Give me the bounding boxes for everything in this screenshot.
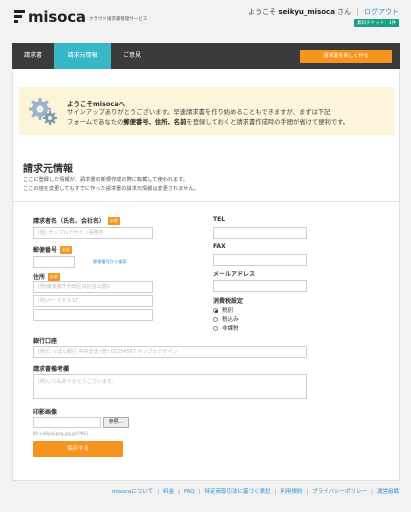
ticket-badge: 無料チケット：3件 (354, 19, 399, 27)
misoca-logo[interactable]: misoca クラウド請求書管理サービス (14, 8, 148, 26)
tel-label-text: TEL (213, 216, 226, 223)
tax-option-label: 非課税 (222, 326, 239, 332)
zip-search-link[interactable]: 郵便番号から検索 (93, 259, 127, 265)
name-label-text: 請求者名（氏名、会社名） (33, 218, 106, 225)
required-badge: 必須 (60, 245, 72, 254)
address1-input[interactable]: (例)東京都千代田区日比谷公園1 (33, 281, 153, 293)
welcome-line2b: 郵便番号、住所、名前 (123, 119, 187, 126)
footer-separator: | (157, 489, 160, 495)
greeting-prefix: ようこそ (248, 8, 277, 16)
tax-option-exempt[interactable]: 非課税 (213, 324, 239, 332)
address-label: 住所 必須 (33, 272, 60, 281)
footer-separator: | (178, 489, 180, 495)
browse-button[interactable]: 参照... (103, 417, 129, 428)
footer-separator: | (274, 489, 277, 495)
note-label-text: 請求書備考欄 (33, 366, 70, 373)
note-textarea[interactable]: (例)いつもありがとうございます。 (33, 374, 307, 399)
footer-separator: | (198, 489, 201, 495)
fax-label-text: FAX (213, 243, 226, 250)
greeting-suffix: さん (337, 8, 352, 16)
footer: misocaについて | 料金 | FAQ | 特定商取引法に基づく表記 | 利用規約 | プライバ… (0, 487, 411, 495)
logout-link[interactable]: ログアウト (364, 8, 399, 16)
header: misoca クラウド請求書管理サービス ようこそ seikyu_misoca … (0, 0, 411, 42)
footer-separator: | (306, 489, 309, 495)
footer-link-terms[interactable]: 利用規約 (280, 489, 302, 495)
bank-label-text: 銀行口座 (33, 338, 58, 345)
divider (13, 201, 399, 202)
user-bar-separator: | (356, 8, 359, 16)
stamp-label-text: 印影画像 (33, 409, 58, 416)
username: seikyu_misoca (278, 8, 335, 16)
footer-link-about[interactable]: misocaについて (112, 489, 153, 495)
email-label: メールアドレス (213, 269, 255, 278)
footer-link-company[interactable]: 運営組織 (377, 489, 399, 495)
name-input[interactable]: (例) サンプルデザイン事務所 (33, 227, 153, 239)
stamp-label: 印影画像 (33, 407, 57, 416)
address-label-text: 住所 (33, 274, 46, 281)
logo-subtitle: クラウド請求書管理サービス (88, 17, 148, 22)
new-invoice-button[interactable]: 請求書を新しく作る (300, 50, 392, 63)
footer-link-legal[interactable]: 特定商取引法に基づく表記 (204, 489, 270, 495)
tax-option-excluded[interactable]: 税別 (213, 306, 233, 314)
footer-separator: | (371, 489, 373, 495)
bank-input[interactable]: (例)にっぽん銀行 中央支店 (普) 01234567 サンプルデザイン (33, 346, 307, 358)
stamp-hint: 80 x 80px(jpeg,jpg,gif,PNG) (33, 431, 89, 436)
tab-billing-info[interactable]: 請求元情報 (54, 43, 111, 69)
bank-label: 銀行口座 (33, 336, 57, 345)
email-label-text: メールアドレス (213, 271, 256, 278)
logo-text: misoca (28, 8, 86, 26)
logo-mark-icon (14, 10, 25, 24)
name-label: 請求者名（氏名、会社名） 必須 (33, 216, 120, 225)
main-card: ようこそmisocaへ サインアップありがとうございます。早速請求書を作り始める… (12, 69, 400, 481)
required-badge: 必須 (48, 272, 60, 281)
main-nav: 請求書 請求元情報 ご意見 請求書を新しく作る (12, 43, 400, 69)
tab-invoices[interactable]: 請求書 (12, 43, 54, 69)
radio-icon[interactable] (213, 316, 218, 322)
user-bar: ようこそ seikyu_misoca さん | ログアウト (248, 7, 399, 17)
footer-link-faq[interactable]: FAQ (184, 489, 195, 495)
footer-link-privacy[interactable]: プライバシーポリシー (312, 489, 367, 495)
save-button[interactable]: 保存する (33, 441, 123, 457)
section-description: ここに登録した情報が、請求書の新規作成の際に転載して使われます。 ここの値を変更… (23, 176, 323, 194)
section-desc-line2: ここの値を変更してもすでに作った請求書の請求元情報は変更されません。 (23, 186, 199, 192)
welcome-text: サインアップありがとうございます。早速請求書を作り始めることもできますが、まずは… (67, 108, 387, 128)
tax-label: 消費税設定 (213, 296, 243, 305)
section-desc-line1: ここに登録した情報が、請求書の新規作成の際に転載して使われます。 (23, 177, 188, 183)
tax-option-label: 税込み (222, 317, 239, 323)
tel-input[interactable] (213, 227, 307, 239)
welcome-title: ようこそmisocaへ (67, 100, 126, 108)
required-badge: 必須 (108, 216, 120, 225)
radio-selected-icon[interactable] (213, 307, 218, 313)
tax-label-text: 消費税設定 (213, 298, 244, 305)
email-input[interactable] (213, 280, 307, 292)
zip-label-text: 郵便番号 (33, 247, 58, 254)
fax-label: FAX (213, 243, 226, 250)
tax-option-included[interactable]: 税込み (213, 315, 239, 323)
welcome-line1: サインアップありがとうございます。早速請求書を作り始めることもできますが、まずは… (67, 109, 331, 116)
address3-input[interactable] (33, 309, 153, 321)
footer-link-pricing[interactable]: 料金 (163, 489, 174, 495)
note-label: 請求書備考欄 (33, 364, 69, 373)
tab-feedback[interactable]: ご意見 (111, 43, 153, 69)
zip-input[interactable] (33, 256, 75, 268)
radio-icon[interactable] (213, 325, 218, 331)
welcome-line2a: フォームであなたの (67, 119, 124, 126)
welcome-banner: ようこそmisocaへ サインアップありがとうございます。早速請求書を作り始める… (19, 87, 395, 135)
fax-input[interactable] (213, 254, 307, 266)
address2-input[interactable]: (例)パークビル1F (33, 295, 153, 307)
tel-label: TEL (213, 216, 225, 223)
gear-icon (29, 98, 57, 125)
stamp-file-input[interactable] (33, 417, 101, 428)
zip-label: 郵便番号 必須 (33, 245, 72, 254)
tax-option-label: 税別 (222, 308, 234, 314)
welcome-line2c: を登録しておくと請求書作成時の手間が省けて便利です。 (186, 119, 350, 126)
page-title: 請求元情報 (23, 164, 73, 175)
